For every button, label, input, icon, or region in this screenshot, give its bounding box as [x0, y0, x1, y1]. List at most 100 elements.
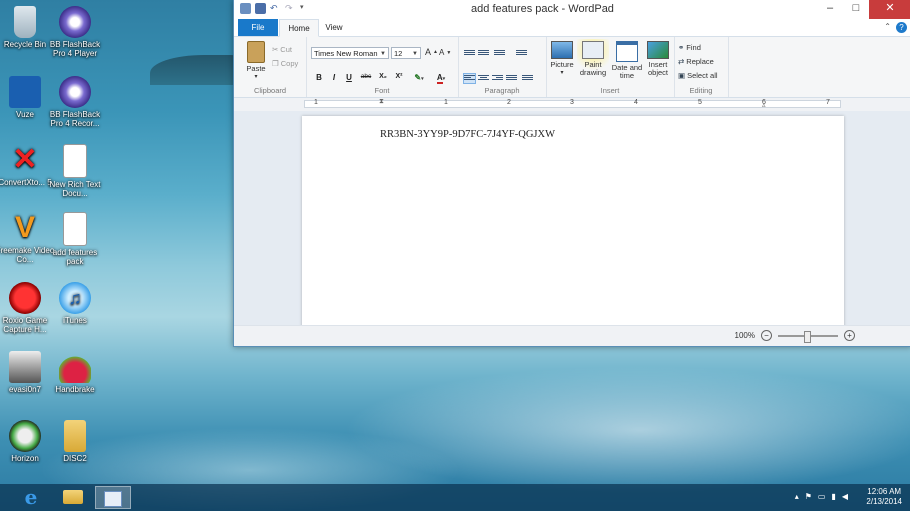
ruler-tick-label: 2	[507, 99, 511, 106]
find-button[interactable]: ⚭ Find	[678, 43, 701, 52]
freemake-icon: V	[14, 211, 35, 244]
align-left-icon[interactable]	[463, 73, 476, 84]
replace-icon: ⇄	[678, 57, 685, 66]
bold-button[interactable]: B	[313, 73, 325, 82]
zoom-slider-thumb[interactable]	[804, 330, 811, 343]
font-color-button[interactable]: A▾	[432, 73, 450, 84]
ribbon: Paste ▾ ✂ Cut ❐ Copy Clipboard Times New R…	[234, 37, 910, 98]
increase-indent-icon[interactable]	[478, 49, 489, 58]
minimize-button[interactable]: –	[817, 0, 843, 19]
tab-file[interactable]: File	[238, 19, 278, 36]
clock-date: 2/13/2014	[866, 497, 902, 506]
convertx-icon: ✕	[12, 143, 38, 176]
font-family-value: Times New Roman	[314, 49, 378, 58]
shrink-font-button[interactable]: A ▼	[439, 48, 451, 57]
paste-dropdown-icon: ▾	[254, 74, 258, 80]
taskbar-explorer-button[interactable]	[55, 486, 91, 509]
line-spacing-icon[interactable]	[516, 49, 527, 58]
xbox-icon	[9, 420, 41, 452]
group-insert: Picture ▾ Paint drawing Date and time In…	[546, 37, 675, 97]
copy-button[interactable]: ❐ Copy	[272, 59, 298, 68]
ruler-tick-label: 3	[570, 99, 574, 106]
desktop-icon-label: iTunes	[63, 316, 87, 325]
justify-icon[interactable]	[506, 74, 517, 83]
taskbar-ie-button[interactable]: e	[13, 486, 49, 509]
volume-icon[interactable]: ◀	[842, 492, 848, 501]
desktop-icon-add-features[interactable]: add features pack	[44, 212, 106, 266]
recycle-bin-icon	[14, 6, 36, 38]
minimize-ribbon-icon[interactable]: ⌃	[884, 22, 891, 31]
chevron-down-icon: ▼	[412, 51, 418, 57]
date-time-button[interactable]: Date and time	[610, 41, 644, 80]
italic-button[interactable]: I	[328, 73, 340, 82]
desktop-icon-label: BB FlashBack Pro 4 Player	[49, 40, 101, 58]
close-button[interactable]: ✕	[869, 0, 910, 19]
tab-view[interactable]: View	[318, 19, 350, 36]
chevron-down-icon: ▼	[380, 51, 386, 57]
taskbar: e ▴ ⚑ ▭ ▮ ◀ 12:06 AM 2/13/2014	[0, 484, 910, 511]
document-text[interactable]: RR3BN-3YY9P-9D7FC-7J4YF-QGJXW	[380, 129, 555, 140]
paste-button[interactable]: Paste ▾	[242, 41, 270, 81]
zoom-slider[interactable]	[778, 330, 838, 343]
paragraph-settings-icon[interactable]	[522, 74, 533, 83]
paint-label-line2: drawing	[579, 68, 607, 77]
font-size-value: 12	[394, 49, 403, 58]
help-icon[interactable]: ?	[896, 22, 907, 33]
picture-button[interactable]: Picture ▾	[549, 41, 575, 77]
superscript-button[interactable]: X²	[392, 73, 406, 80]
network-icon[interactable]: ▮	[831, 492, 835, 501]
replace-button[interactable]: ⇄ Replace	[678, 57, 714, 66]
vuze-icon	[9, 76, 41, 108]
select-all-button[interactable]: ▣ Select all	[678, 71, 718, 80]
document-page[interactable]: RR3BN-3YY9P-9D7FC-7J4YF-QGJXW	[302, 116, 844, 326]
cut-label: Cut	[280, 45, 292, 54]
clock[interactable]: 12:06 AM 2/13/2014	[866, 487, 902, 507]
roxio-icon	[9, 282, 41, 314]
folder-icon	[64, 420, 86, 452]
desktop-icon-bb-player[interactable]: BB FlashBack Pro 4 Player	[44, 6, 106, 58]
chevron-down-icon: ▾	[560, 70, 564, 76]
group-label: Insert	[600, 86, 620, 95]
ruler[interactable]: 1 1 2 3 4 5 6 7 ⧗ ▵	[234, 98, 910, 112]
desktop-icon-rtf-doc[interactable]: New Rich Text Docu...	[44, 144, 106, 198]
align-right-icon[interactable]	[492, 74, 503, 83]
subscript-button[interactable]: X₂	[376, 73, 390, 80]
ruler-tick-label: 1	[444, 99, 448, 106]
strikethrough-button[interactable]: abc	[358, 73, 374, 80]
clock-time: 12:06 AM	[867, 487, 902, 496]
display-icon[interactable]: ▭	[818, 492, 826, 501]
desktop-icon-itunes[interactable]: ♫ iTunes	[44, 282, 106, 325]
zoom-in-button[interactable]: +	[844, 330, 855, 341]
object-label-line2: object	[647, 68, 668, 77]
highlight-color-button[interactable]: ✎▾	[410, 73, 428, 82]
decrease-indent-icon[interactable]	[464, 49, 475, 58]
bullets-icon[interactable]	[494, 49, 505, 58]
group-editing: ⚭ Find ⇄ Replace ▣ Select all Editing	[674, 37, 729, 97]
desktop-icon-disc2[interactable]: DISC2	[44, 420, 106, 463]
scissors-icon: ✂	[272, 45, 279, 54]
align-center-icon[interactable]	[478, 74, 489, 83]
zoom-level: 100%	[734, 331, 755, 340]
show-hidden-icons-icon[interactable]: ▴	[795, 492, 799, 501]
grow-font-button[interactable]: A ▲	[425, 47, 438, 57]
indent-marker-icon[interactable]: ⧗	[379, 98, 384, 106]
tab-home[interactable]: Home	[279, 19, 319, 37]
desktop-icon-handbrake[interactable]: Handbrake	[44, 351, 106, 394]
zoom-out-button[interactable]: −	[761, 330, 772, 341]
title-bar[interactable]: ↶ ↷ ▾ add features pack - WordPad – □ ✕	[234, 0, 910, 19]
desktop-icon-bb-recorder[interactable]: BB FlashBack Pro 4 Recor...	[44, 76, 106, 128]
maximize-button[interactable]: □	[843, 0, 869, 19]
action-center-flag-icon[interactable]: ⚑	[805, 492, 812, 501]
right-indent-marker-icon[interactable]: ▵	[762, 101, 766, 109]
underline-button[interactable]: U	[343, 73, 355, 82]
wordpad-window: ↶ ↷ ▾ add features pack - WordPad – □ ✕ …	[233, 0, 910, 347]
font-family-select[interactable]: Times New Roman ▼	[311, 47, 389, 59]
font-size-select[interactable]: 12 ▼	[391, 47, 421, 59]
ruler-tick-label: 4	[634, 99, 638, 106]
insert-object-button[interactable]: Insert object	[644, 41, 672, 77]
paint-drawing-button[interactable]: Paint drawing	[577, 39, 609, 77]
taskbar-wordpad-button[interactable]	[95, 486, 131, 509]
group-font: Times New Roman ▼ 12 ▼ A ▲ A ▼ B I U abc X₂ …	[306, 37, 459, 97]
find-label: Find	[686, 43, 701, 52]
cut-button[interactable]: ✂ Cut	[272, 45, 292, 54]
